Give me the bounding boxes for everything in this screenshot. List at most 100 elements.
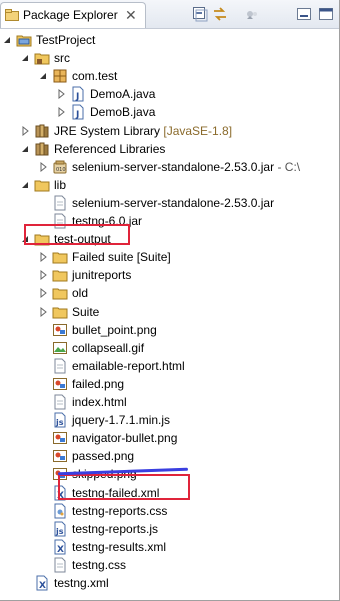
tree-item-label: failed.png [72,376,125,391]
tree-item-label: emailable-report.html [72,358,185,373]
view-tab-bar: Package Explorer ✕ [0,0,339,29]
collapsed-arrow-icon[interactable] [56,106,66,118]
collapsed-arrow-icon[interactable] [38,161,48,172]
tree-item-label: DemoA.java [90,87,156,102]
expanded-arrow-icon[interactable] [20,143,30,153]
minimize-icon[interactable] [296,6,312,22]
tree-item-label: navigator-bullet.png [72,431,178,446]
package-explorer-tab[interactable]: Package Explorer ✕ [0,2,146,28]
tree-item-label: src [54,51,70,66]
tree-item-label: JRE System Library [JavaSE-1.8] [54,123,233,138]
tree-item-label: TestProject [36,33,96,47]
tree-item-label: com.test [72,69,118,84]
tree-item-label: testng.css [72,557,127,572]
java-file-icon: J [70,104,86,120]
collapsed-arrow-icon[interactable] [38,287,48,299]
image-icon [52,430,68,446]
collapsed-arrow-icon[interactable] [38,269,48,281]
expanded-arrow-icon[interactable] [20,52,30,62]
svg-text:X: X [39,581,46,591]
package-explorer-icon [5,9,19,21]
collapsed-arrow-icon[interactable] [38,306,48,317]
tree-item-label: Referenced Libraries [54,141,166,156]
tree-item-label: testng-reports.css [72,503,168,518]
view-menu-icon[interactable] [244,6,260,22]
tree-item-label: selenium-server-standalone-2.53.0.jar [72,195,275,210]
js-file-icon: js [52,521,68,537]
file-icon [52,557,68,573]
file-icon [52,358,68,374]
library-icon [34,123,50,139]
folder-icon [52,267,68,283]
expanded-arrow-icon[interactable] [2,34,12,44]
image-icon [52,376,68,392]
package-explorer-view: Package Explorer ✕ TestProject src com.t… [0,0,340,601]
view-title: Package Explorer [23,8,118,22]
collapsed-arrow-icon[interactable] [56,88,66,100]
collapse-all-icon[interactable] [192,6,208,22]
tree-item-label: Suite [72,304,100,319]
maximize-icon[interactable] [318,6,334,22]
gif-icon [52,340,68,356]
expanded-arrow-icon[interactable] [38,70,48,80]
css-file-icon [52,503,68,519]
link-with-editor-icon[interactable] [212,6,228,22]
tree-item-label: Failed suite [Suite] [72,250,171,265]
svg-text:J: J [75,92,79,102]
tree-item-label: junitreports [72,268,132,283]
tree-item-label: old [72,286,89,301]
tree-item-label: lib [54,177,67,192]
svg-text:X: X [57,545,64,555]
xml-file-icon: X [34,575,50,591]
file-icon [52,195,68,211]
collapsed-arrow-icon[interactable] [38,251,48,263]
tree-item-label: testng-reports.js [72,521,159,536]
highlight-box-test-output [24,224,130,245]
tree-item-decoration: - C:\ [274,159,301,174]
collapsed-arrow-icon[interactable] [20,125,30,136]
expanded-arrow-icon[interactable] [20,179,30,189]
tree-item-label: DemoB.java [90,105,156,120]
file-icon [52,394,68,410]
tree-item-label: index.html [72,395,127,409]
package-icon [52,68,68,84]
tree-item-decoration: [JavaSE-1.8] [160,123,233,138]
tree-item-label: selenium-server-standalone-2.53.0.jar - … [72,159,301,174]
svg-text:010: 010 [56,167,66,173]
svg-text:js: js [55,527,64,536]
source-folder-icon [34,50,50,66]
tree-item-label: bullet_point.png [72,322,157,337]
js-file-icon: js [52,412,68,428]
xml-file-icon: X [52,539,68,555]
tree-item-label: testng-results.xml [72,539,167,554]
svg-text:J: J [75,110,79,120]
folder-icon [52,285,68,301]
tree-item-label: testng.xml [54,576,109,590]
folder-icon [52,304,68,320]
folder-icon [52,249,68,265]
svg-text:js: js [55,418,64,427]
tree-item-label: jquery-1.7.1.min.js [72,413,171,428]
tree-item-label: passed.png [72,449,135,464]
jar-icon: 010 [52,159,68,175]
highlight-box-testng-failed [58,474,190,500]
image-icon [52,322,68,338]
folder-icon [34,177,50,193]
close-icon[interactable]: ✕ [125,7,137,24]
